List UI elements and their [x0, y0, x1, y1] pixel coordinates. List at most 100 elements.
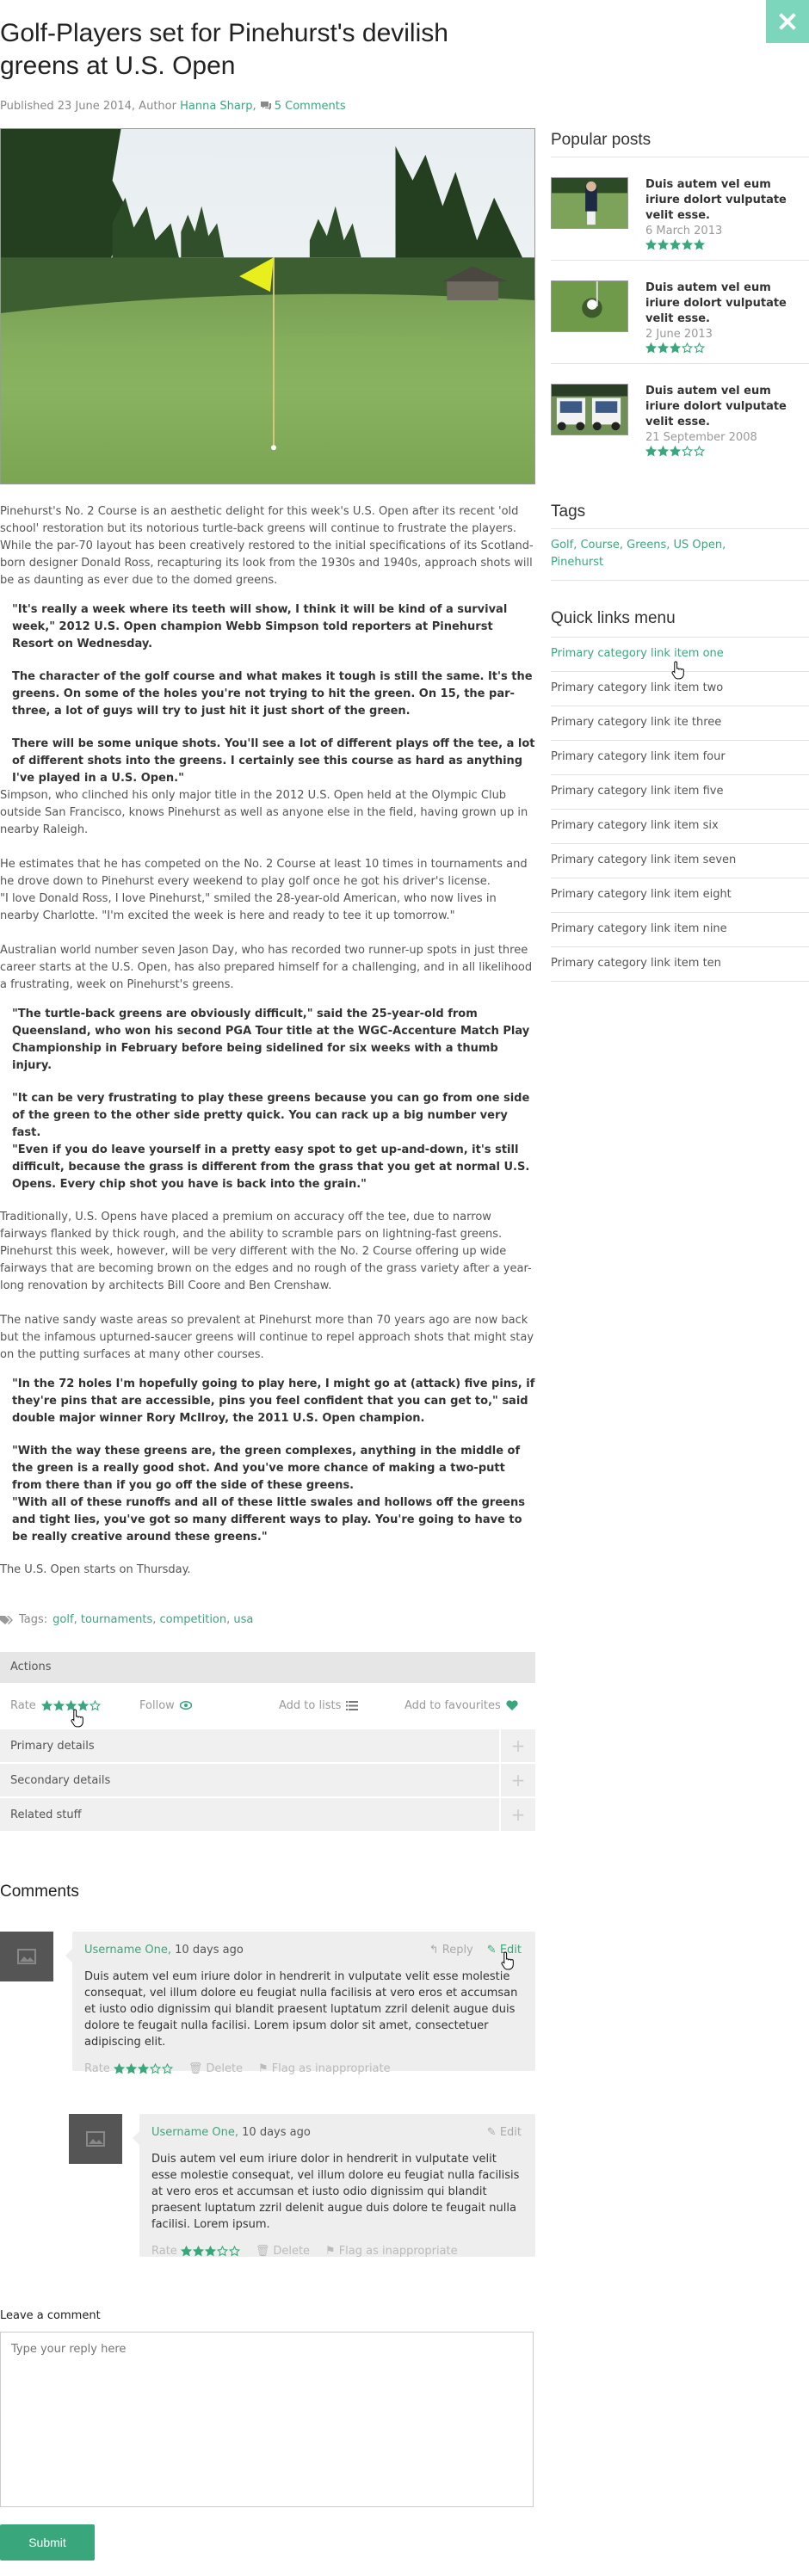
- quick-link-item[interactable]: Primary category link ite three: [551, 716, 809, 729]
- post-date: 6 March 2013: [645, 225, 723, 237]
- sidebar-tags[interactable]: Golf, Course, Greens, US Open, Pinehurst: [551, 537, 740, 571]
- post-date: 2 June 2013: [645, 328, 713, 341]
- text: "Even if you do leave yourself in a pret…: [12, 1143, 530, 1191]
- text: The U.S. Open starts on Thursday.: [0, 1563, 191, 1576]
- popular-post[interactable]: Duis autem vel eum iriure dolort vulputa…: [551, 280, 809, 359]
- comment-textarea[interactable]: [0, 2332, 534, 2507]
- avatar: [69, 2114, 122, 2164]
- accordion-secondary-details[interactable]: Secondary details +: [0, 1762, 535, 1797]
- post-thumbnail[interactable]: [551, 280, 628, 332]
- actions-bar: Rate Follow Add to lists Add to favourit…: [0, 1683, 535, 1728]
- comment-rate[interactable]: Rate: [84, 2062, 173, 2075]
- flag-icon: ⚑: [258, 2062, 269, 2075]
- eye-icon: [179, 1701, 192, 1710]
- tag-link[interactable]: golf: [52, 1613, 73, 1626]
- post-title[interactable]: Duis autem vel eum iriure dolort vulputa…: [645, 384, 809, 430]
- accordion-label: Secondary details: [10, 1773, 111, 1787]
- follow-button[interactable]: Follow: [139, 1699, 279, 1712]
- rating-stars[interactable]: [113, 2063, 173, 2074]
- tag-link[interactable]: usa: [233, 1613, 253, 1626]
- popular-post[interactable]: Duis autem vel eum iriure dolort vulputa…: [551, 177, 809, 256]
- close-button[interactable]: [766, 0, 809, 43]
- hand-cursor-icon: [501, 1951, 514, 1970]
- flag-button[interactable]: ⚑ Flag as inappropriate: [258, 2062, 391, 2075]
- comment-username[interactable]: Username One,: [84, 1944, 171, 1957]
- trash-icon: 🗑: [255, 2245, 270, 2258]
- paragraph: Simpson, who clinched his only major tit…: [0, 787, 535, 994]
- tag-link[interactable]: competition: [160, 1613, 227, 1626]
- quick-link-item[interactable]: Primary category link item four: [551, 750, 809, 763]
- accordion-label: Related stuff: [10, 1808, 82, 1821]
- image-placeholder-icon: [86, 2131, 105, 2147]
- post-thumbnail[interactable]: [551, 384, 628, 435]
- article: Golf-Players set for Pinehurst's devilis…: [0, 0, 535, 1901]
- post-title[interactable]: Duis autem vel eum iriure dolort vulputa…: [645, 280, 809, 327]
- delete-label: Delete: [273, 2245, 311, 2258]
- article-tags: Tags: golf, tournaments, competition, us…: [0, 1613, 535, 1626]
- plus-icon[interactable]: +: [499, 1797, 535, 1832]
- plus-icon[interactable]: +: [499, 1763, 535, 1797]
- rating-stars: [645, 446, 705, 457]
- delete-button[interactable]: 🗑 Delete: [256, 2245, 310, 2258]
- tags-icon: [0, 1615, 13, 1624]
- star-empty-icon: [694, 446, 705, 457]
- author-link[interactable]: Hanna Sharp,: [180, 100, 256, 113]
- rating-stars[interactable]: [180, 2246, 240, 2257]
- comments-count-link[interactable]: 5 Comments: [275, 100, 346, 113]
- quick-link-item[interactable]: Primary category link item eight: [551, 888, 809, 901]
- delete-label: Delete: [206, 2062, 244, 2075]
- quick-link-item[interactable]: Primary category link item five: [551, 785, 809, 798]
- text: "It can be very frustrating to play thes…: [12, 1092, 530, 1139]
- rate-label: Rate: [10, 1698, 36, 1712]
- delete-button[interactable]: 🗑 Delete: [188, 2062, 243, 2075]
- rating-stars: [645, 342, 705, 354]
- reply-button[interactable]: ↰ Reply: [429, 1944, 473, 1957]
- add-to-favourites-button[interactable]: Add to favourites: [404, 1699, 518, 1712]
- comment-text: Duis autem vel eum iriure dolor in hendr…: [151, 2153, 520, 2231]
- accordion-related-stuff[interactable]: Related stuff +: [0, 1796, 535, 1832]
- star-filled-icon: [204, 2246, 216, 2257]
- comment-rate[interactable]: Rate: [151, 2245, 240, 2258]
- text: Australian world number seven Jason Day,…: [0, 944, 533, 991]
- popular-post[interactable]: Duis autem vel eum iriure dolort vulputa…: [551, 384, 809, 462]
- star-empty-icon: [694, 342, 705, 354]
- image-placeholder-icon: [17, 1949, 36, 1964]
- comment-time: 10 days ago: [238, 2126, 311, 2139]
- accordion-primary-details[interactable]: Primary details +: [0, 1728, 535, 1763]
- comment-username[interactable]: Username One,: [151, 2126, 238, 2139]
- quick-link-item[interactable]: Primary category link item nine: [551, 922, 809, 935]
- flag-button[interactable]: ⚑ Flag as inappropriate: [325, 2245, 458, 2258]
- star-filled-icon: [670, 342, 681, 354]
- add-fav-label: Add to favourites: [404, 1698, 501, 1712]
- star-filled-icon: [670, 446, 681, 457]
- text: Simpson, who clinched his only major tit…: [0, 789, 528, 836]
- quick-link-item[interactable]: Primary category link item seven: [551, 854, 809, 866]
- reply-label: Reply: [442, 1944, 473, 1957]
- edit-button[interactable]: ✎ Edit: [487, 2126, 522, 2139]
- star-empty-icon: [149, 2063, 161, 2074]
- text: While the par-70 layout has been creativ…: [0, 539, 534, 587]
- tags-title: Tags: [551, 502, 586, 521]
- add-to-lists-button[interactable]: Add to lists: [279, 1699, 404, 1712]
- text: "It's really a week where its teeth will…: [12, 603, 508, 650]
- post-date: 21 September 2008: [645, 431, 757, 444]
- star-empty-icon: [89, 1699, 101, 1710]
- quick-link-item[interactable]: Primary category link item one: [551, 647, 809, 660]
- post-thumbnail[interactable]: [551, 177, 628, 229]
- paragraph: The U.S. Open starts on Thursday.: [0, 1562, 535, 1579]
- submit-button[interactable]: Submit: [0, 2524, 95, 2561]
- text: Pinehurst's No. 2 Course is an aesthetic…: [0, 505, 519, 535]
- star-filled-icon: [40, 1699, 52, 1710]
- accordion-label: Primary details: [10, 1739, 95, 1753]
- article-title: Golf-Players set for Pinehurst's devilis…: [0, 19, 448, 80]
- tag-link[interactable]: tournaments: [81, 1613, 152, 1626]
- quick-link-item[interactable]: Primary category link item two: [551, 681, 809, 694]
- comments-title: Comments: [0, 1883, 79, 1901]
- quick-link-item[interactable]: Primary category link item ten: [551, 957, 809, 970]
- text: "With the way these greens are, the gree…: [12, 1445, 521, 1492]
- hero-image: [0, 128, 535, 484]
- quick-link-item[interactable]: Primary category link item six: [551, 819, 809, 832]
- post-title[interactable]: Duis autem vel eum iriure dolort vulputa…: [645, 177, 809, 224]
- star-filled-icon: [682, 239, 693, 250]
- plus-icon[interactable]: +: [499, 1729, 535, 1763]
